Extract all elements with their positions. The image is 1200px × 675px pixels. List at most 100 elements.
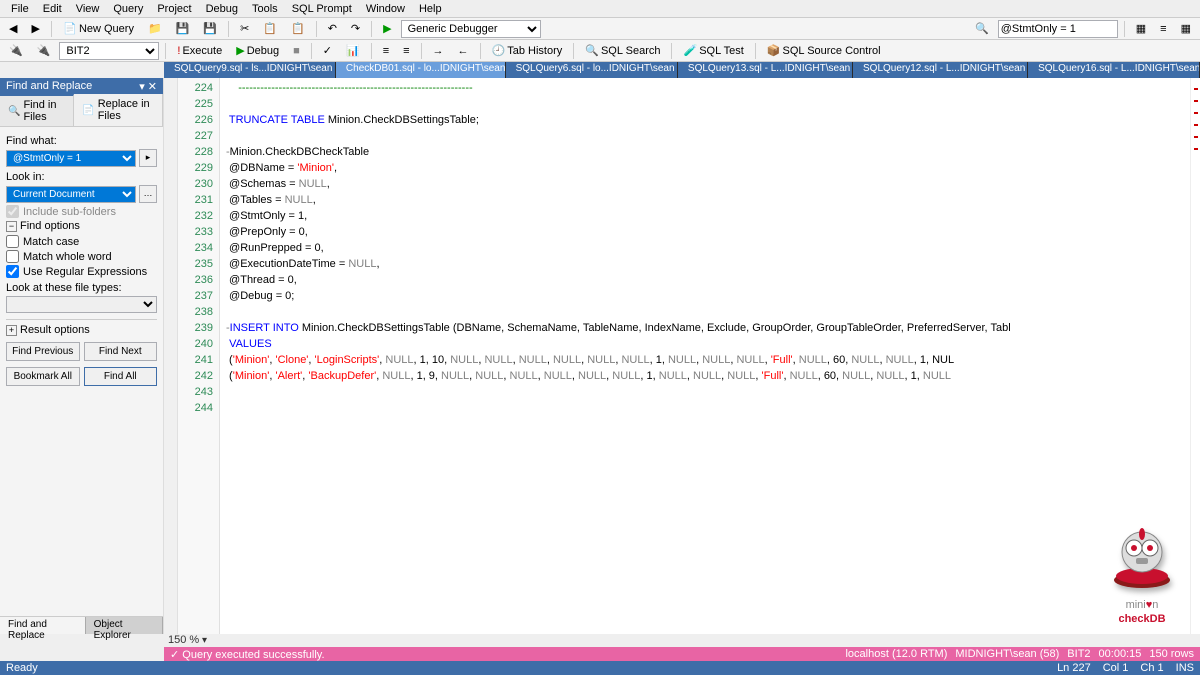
status-server: localhost (12.0 RTM)	[845, 648, 947, 660]
tab-sqlquery13[interactable]: SQLQuery13.sql - L...IDNIGHT\sean (78))*	[678, 62, 853, 78]
comment-button[interactable]: ≡	[378, 43, 394, 59]
tab-sqlquery16[interactable]: SQLQuery16.sql - L...IDNIGHT\sean (64))	[1028, 62, 1200, 78]
tool-btn-2[interactable]: ≡	[1155, 21, 1171, 37]
open-button[interactable]: 📁	[143, 20, 167, 37]
menu-edit[interactable]: Edit	[36, 2, 69, 16]
status-ready: Ready	[6, 662, 38, 674]
menu-sqlprompt[interactable]: SQL Prompt	[285, 2, 359, 16]
menu-query[interactable]: Query	[106, 2, 150, 16]
tab-object-explorer[interactable]: Object Explorer	[86, 617, 163, 634]
menu-file[interactable]: File	[4, 2, 36, 16]
tool-btn-3[interactable]: ▦	[1176, 20, 1196, 37]
tab-find-in-files[interactable]: Find in Files	[0, 94, 74, 126]
look-in-select[interactable]: Current Document	[6, 186, 136, 203]
history-icon: 🕘	[492, 44, 506, 57]
menu-window[interactable]: Window	[359, 2, 412, 16]
outdent-button[interactable]: ←	[453, 43, 474, 59]
page-icon	[82, 104, 94, 116]
status-ch: Ch 1	[1140, 662, 1163, 674]
tab-checkdb01[interactable]: CheckDB01.sql - lo...IDNIGHT\sean (58))	[336, 62, 506, 78]
tab-replace-in-files[interactable]: Replace in Files	[74, 94, 163, 126]
status-user: MIDNIGHT\sean (58)	[955, 648, 1059, 660]
tab-sqlquery12[interactable]: SQLQuery12.sql - L...IDNIGHT\sean (78))*	[853, 62, 1028, 78]
use-regex-check[interactable]	[6, 265, 19, 278]
save-button[interactable]: 💾	[171, 20, 195, 37]
tab-history-button[interactable]: 🕘 Tab History	[487, 42, 568, 59]
match-case-check[interactable]	[6, 235, 19, 248]
copy-button[interactable]: 📋	[258, 20, 282, 37]
menu-view[interactable]: View	[69, 2, 107, 16]
debug-button[interactable]: ▶ Debug	[231, 42, 284, 59]
toolbar-sql: 🔌 🔌 BIT2 ! Execute ▶ Debug ■ ✓ 📊 ≡ ≡ → ←…	[0, 40, 1200, 62]
tool-btn-1[interactable]: ▦	[1131, 20, 1151, 37]
menu-project[interactable]: Project	[150, 2, 198, 16]
plan-button[interactable]: 📊	[341, 42, 365, 59]
zoom-indicator[interactable]: 150 % ▾	[164, 634, 1200, 647]
indent-button[interactable]: →	[428, 43, 449, 59]
sql-search-button[interactable]: 🔍 SQL Search	[580, 42, 665, 59]
disconnect-button[interactable]: 🔌	[32, 42, 56, 59]
new-query-button[interactable]: 📄New Query	[58, 20, 139, 38]
code-area[interactable]: ----------------------------------------…	[220, 78, 1190, 634]
side-bottom-tabs: Find and Replace Object Explorer	[0, 616, 163, 634]
status-col: Col 1	[1103, 662, 1129, 674]
tab-sqlquery6[interactable]: SQLQuery6.sql - lo...IDNIGHT\sean (54))*	[506, 62, 678, 78]
find-builder-button[interactable]: ▸	[139, 149, 157, 167]
find-mode-tabs: Find in Files Replace in Files	[0, 94, 163, 127]
tab-sqlquery9[interactable]: SQLQuery9.sql - ls...IDNIGHT\sean (63))*	[164, 62, 336, 78]
find-what-input[interactable]: @StmtOnly = 1	[6, 150, 136, 167]
paste-button[interactable]: 📋	[286, 20, 310, 37]
look-in-label: Look in:	[6, 171, 157, 183]
menu-debug[interactable]: Debug	[199, 2, 245, 16]
status-bar: Ready Ln 227 Col 1 Ch 1 INS	[0, 661, 1200, 675]
query-status-bar: ✓ Query executed successfully. localhost…	[164, 647, 1200, 661]
database-select[interactable]: BIT2	[59, 42, 159, 60]
play-icon[interactable]: ▶	[378, 20, 396, 37]
query-status-msg: Query executed successfully.	[182, 649, 324, 661]
parse-button[interactable]: ✓	[318, 42, 337, 59]
include-subfolders-check	[6, 205, 19, 218]
look-in-browse[interactable]: …	[139, 185, 157, 203]
search-icon: 🔍	[585, 44, 599, 57]
nav-fwd-button[interactable]: ▶	[26, 20, 44, 37]
menu-help[interactable]: Help	[412, 2, 449, 16]
status-time: 00:00:15	[1099, 648, 1142, 660]
cut-button[interactable]: ✂	[235, 20, 254, 37]
search-icon	[8, 105, 20, 117]
uncomment-button[interactable]: ≡	[398, 43, 414, 59]
execute-button[interactable]: ! Execute	[172, 43, 227, 59]
match-whole-word-check[interactable]	[6, 250, 19, 263]
nav-back-button[interactable]: ◀	[4, 20, 22, 37]
stop-button[interactable]: ■	[288, 43, 305, 59]
status-db: BIT2	[1067, 648, 1090, 660]
status-rows: 150 rows	[1149, 648, 1194, 660]
sql-test-button[interactable]: 🧪 SQL Test	[678, 42, 748, 59]
redo-button[interactable]: ↷	[346, 20, 365, 37]
connect-button[interactable]: 🔌	[4, 42, 28, 59]
file-types-select[interactable]	[6, 296, 157, 313]
sql-source-button[interactable]: 📦 SQL Source Control	[762, 42, 886, 59]
find-icon[interactable]: 🔍	[970, 20, 994, 37]
panel-controls: ▾ ✕	[139, 80, 157, 93]
panel-header: Find and Replace ▾ ✕	[0, 78, 163, 94]
document-tabs: SQLQuery9.sql - ls...IDNIGHT\sean (63))*…	[164, 62, 1200, 78]
saveall-button[interactable]: 💾	[198, 20, 222, 37]
result-options-header[interactable]: +Result options	[6, 324, 157, 336]
success-icon: ✓	[170, 649, 179, 661]
bookmark-all-button[interactable]: Bookmark All	[6, 367, 80, 386]
menu-bar: File Edit View Query Project Debug Tools…	[0, 0, 1200, 18]
undo-button[interactable]: ↶	[323, 20, 342, 37]
find-input[interactable]	[998, 20, 1118, 38]
flask-icon: 🧪	[683, 44, 697, 57]
code-editor[interactable]: 2242252262272282292302312322332342352362…	[164, 78, 1200, 634]
find-next-button[interactable]: Find Next	[84, 342, 158, 361]
tab-find-replace[interactable]: Find and Replace	[0, 617, 86, 634]
minimap-strip	[1190, 78, 1200, 634]
menu-tools[interactable]: Tools	[245, 2, 285, 16]
find-previous-button[interactable]: Find Previous	[6, 342, 80, 361]
status-ins: INS	[1176, 662, 1194, 674]
find-options-header[interactable]: −Find options	[6, 220, 157, 232]
source-icon: 📦	[767, 44, 781, 57]
find-all-button[interactable]: Find All	[84, 367, 158, 386]
debugger-select[interactable]: Generic Debugger	[401, 20, 541, 38]
